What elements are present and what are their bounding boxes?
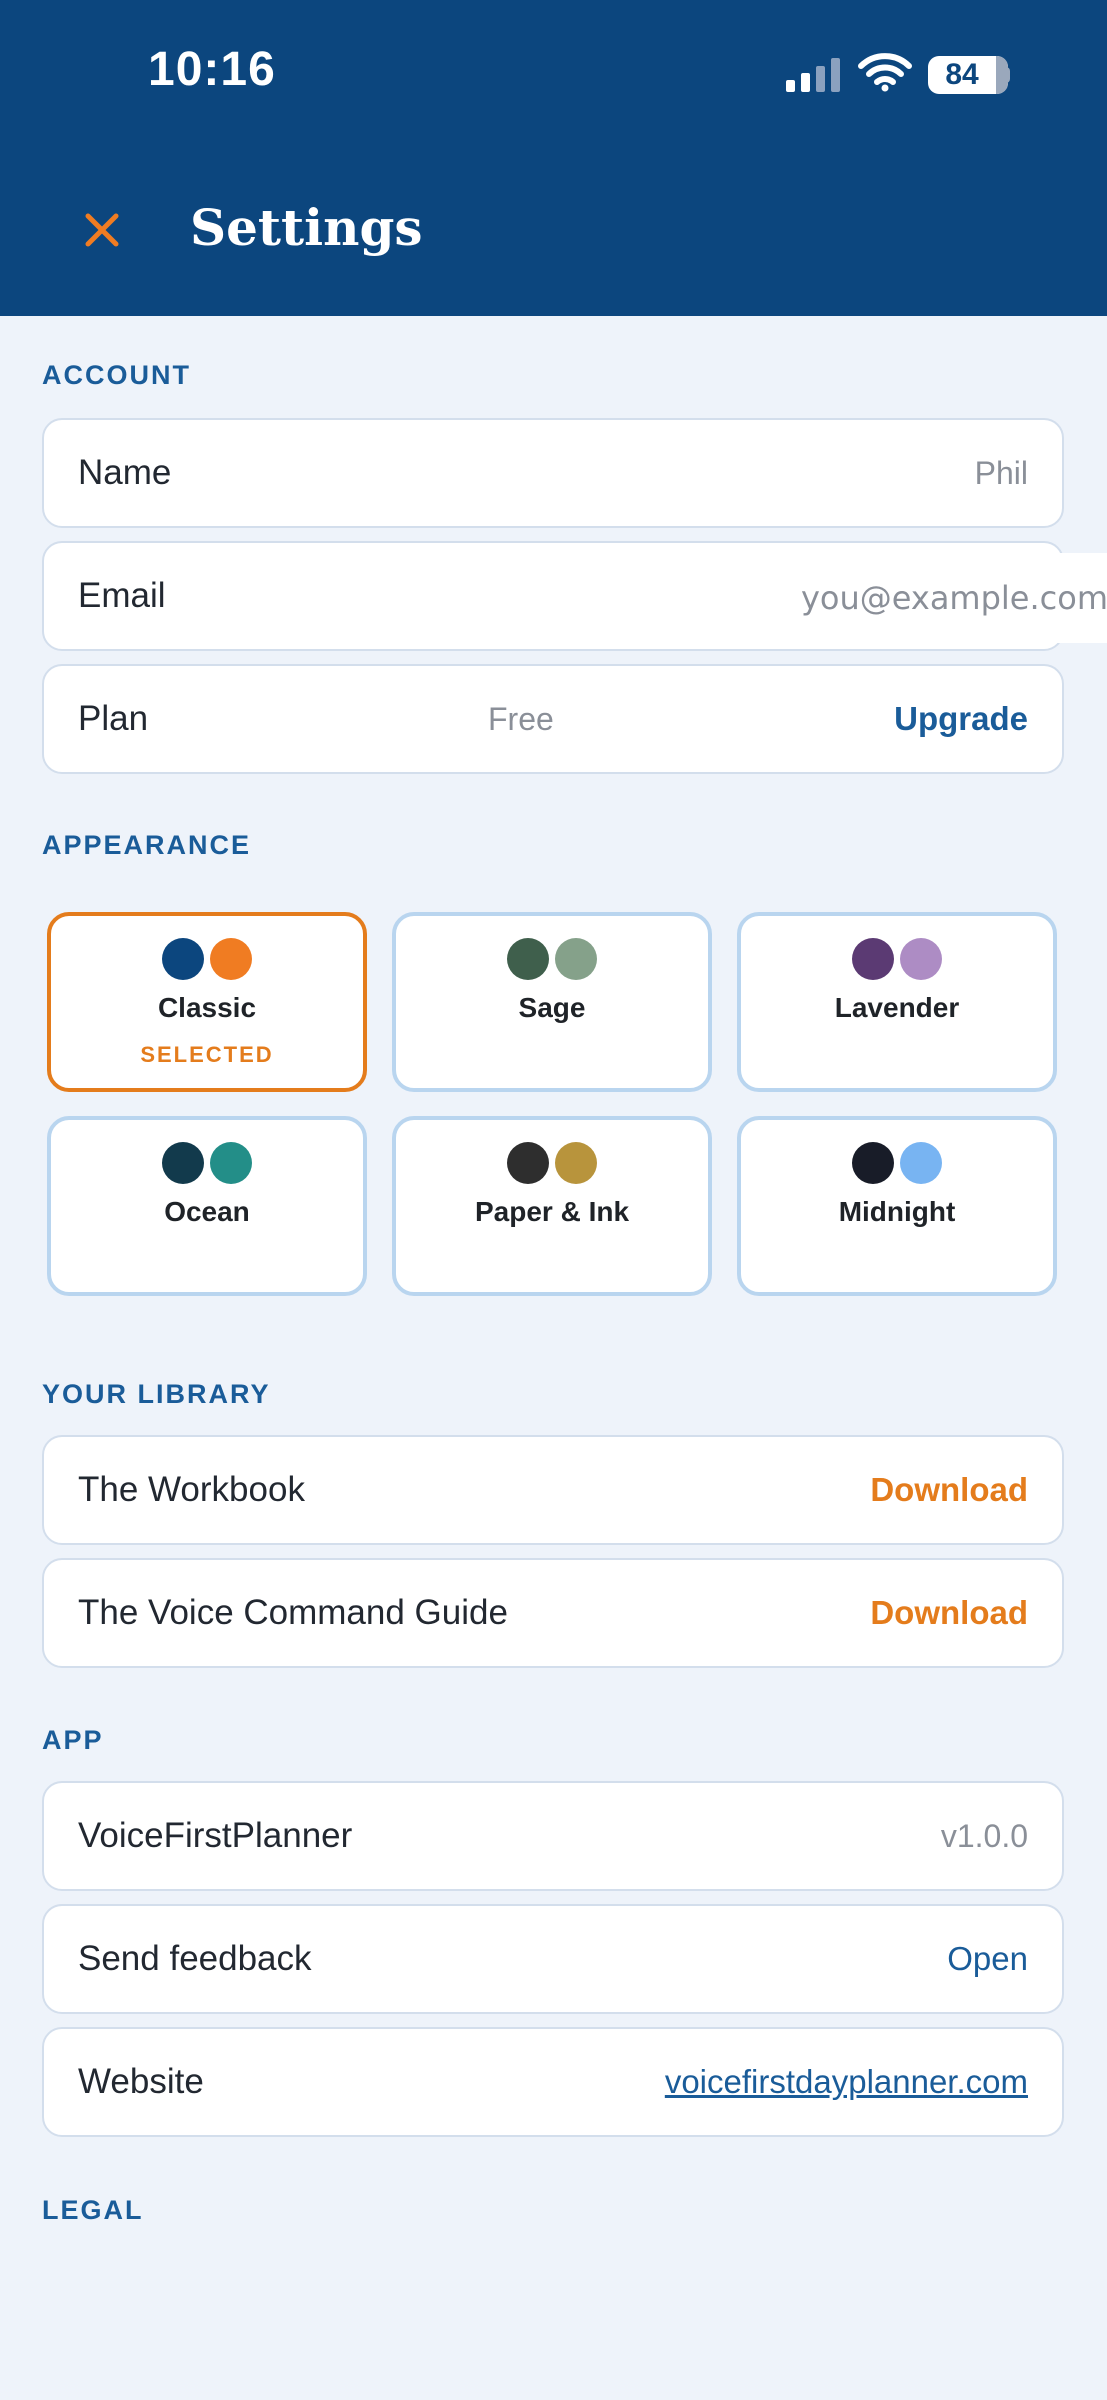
name-row[interactable]: Name Phil bbox=[42, 418, 1064, 528]
theme-card-classic[interactable]: Classic SELECTED bbox=[47, 912, 367, 1092]
theme-card-lavender[interactable]: Lavender bbox=[737, 912, 1057, 1092]
theme-card-midnight[interactable]: Midnight bbox=[737, 1116, 1057, 1296]
plan-row: Plan Free Upgrade bbox=[42, 664, 1064, 774]
section-label-library: YOUR LIBRARY bbox=[42, 1379, 271, 1409]
theme-swatch-accent bbox=[900, 1142, 943, 1184]
theme-name: Midnight bbox=[838, 1196, 956, 1227]
name-value[interactable]: Phil bbox=[975, 420, 1028, 526]
app-header: 10:16 84 Settings bbox=[0, 0, 1107, 316]
open-feedback-button[interactable]: Open bbox=[947, 1906, 1028, 2012]
section-label-account: ACCOUNT bbox=[42, 360, 191, 390]
app-name-label: VoiceFirstPlanner bbox=[78, 1816, 353, 1855]
theme-swatches bbox=[396, 938, 708, 982]
battery-icon: 84 bbox=[928, 56, 1008, 94]
theme-selected-badge: SELECTED bbox=[140, 1042, 274, 1067]
library-item: The Workbook Download bbox=[42, 1435, 1064, 1545]
theme-card-paper-ink[interactable]: Paper & Ink bbox=[392, 1116, 712, 1296]
theme-name: Paper & Ink bbox=[474, 1196, 630, 1227]
theme-swatch-accent bbox=[210, 1142, 253, 1184]
section-label-app: APP bbox=[42, 1725, 104, 1755]
battery-nub bbox=[1004, 67, 1010, 83]
theme-swatches bbox=[51, 1142, 363, 1186]
theme-name: Ocean bbox=[164, 1196, 250, 1227]
library-item-title: The Workbook bbox=[78, 1470, 305, 1509]
theme-card-sage[interactable]: Sage bbox=[392, 912, 712, 1092]
download-button[interactable]: Download bbox=[870, 1560, 1028, 1666]
library-item: The Voice Command Guide Download bbox=[42, 1558, 1064, 1668]
plan-value: Free bbox=[488, 701, 554, 737]
email-row: Email bbox=[42, 541, 1107, 651]
status-time: 10:16 bbox=[148, 43, 276, 96]
theme-swatch-accent bbox=[900, 938, 943, 980]
wifi-icon bbox=[858, 53, 912, 92]
theme-name: Sage bbox=[518, 992, 586, 1023]
theme-swatches bbox=[396, 1142, 708, 1186]
theme-swatch-primary bbox=[161, 938, 204, 980]
theme-swatches bbox=[741, 938, 1053, 982]
theme-swatch-primary bbox=[851, 938, 894, 980]
feedback-row: Send feedback Open bbox=[42, 1904, 1064, 2014]
theme-swatch-accent bbox=[555, 1142, 598, 1184]
download-button[interactable]: Download bbox=[870, 1437, 1028, 1543]
plan-label: Plan bbox=[78, 699, 149, 738]
app-version: v1.0.0 bbox=[940, 1818, 1028, 1854]
email-label: Email bbox=[78, 576, 166, 615]
library-item-title: The Voice Command Guide bbox=[78, 1593, 508, 1632]
feedback-label: Send feedback bbox=[78, 1939, 312, 1978]
theme-name: Lavender bbox=[834, 992, 960, 1023]
upgrade-button[interactable]: Upgrade bbox=[894, 666, 1028, 772]
cellular-signal-icon bbox=[786, 58, 840, 92]
theme-swatches bbox=[741, 1142, 1053, 1186]
email-field[interactable] bbox=[744, 553, 1107, 643]
theme-card-ocean[interactable]: Ocean bbox=[47, 1116, 367, 1296]
theme-name: Classic bbox=[157, 992, 257, 1023]
battery-level: 84 bbox=[945, 58, 979, 91]
app-version-row: VoiceFirstPlanner v1.0.0 bbox=[42, 1781, 1064, 1891]
section-label-appearance: APPEARANCE bbox=[42, 830, 252, 860]
theme-swatch-primary bbox=[506, 1142, 549, 1184]
theme-swatches bbox=[51, 938, 363, 982]
theme-swatch-primary bbox=[851, 1142, 894, 1184]
page-title: Settings bbox=[190, 198, 423, 257]
theme-swatch-primary bbox=[506, 938, 549, 980]
section-label-legal: LEGAL bbox=[42, 2195, 144, 2225]
theme-swatch-accent bbox=[210, 938, 253, 980]
website-label: Website bbox=[78, 2062, 204, 2101]
close-icon[interactable] bbox=[72, 200, 132, 260]
website-row: Website voicefirstdayplanner.com bbox=[42, 2027, 1064, 2137]
name-label: Name bbox=[78, 453, 172, 492]
website-link[interactable]: voicefirstdayplanner.com bbox=[665, 2029, 1028, 2135]
theme-swatch-accent bbox=[555, 938, 598, 980]
theme-swatch-primary bbox=[161, 1142, 204, 1184]
